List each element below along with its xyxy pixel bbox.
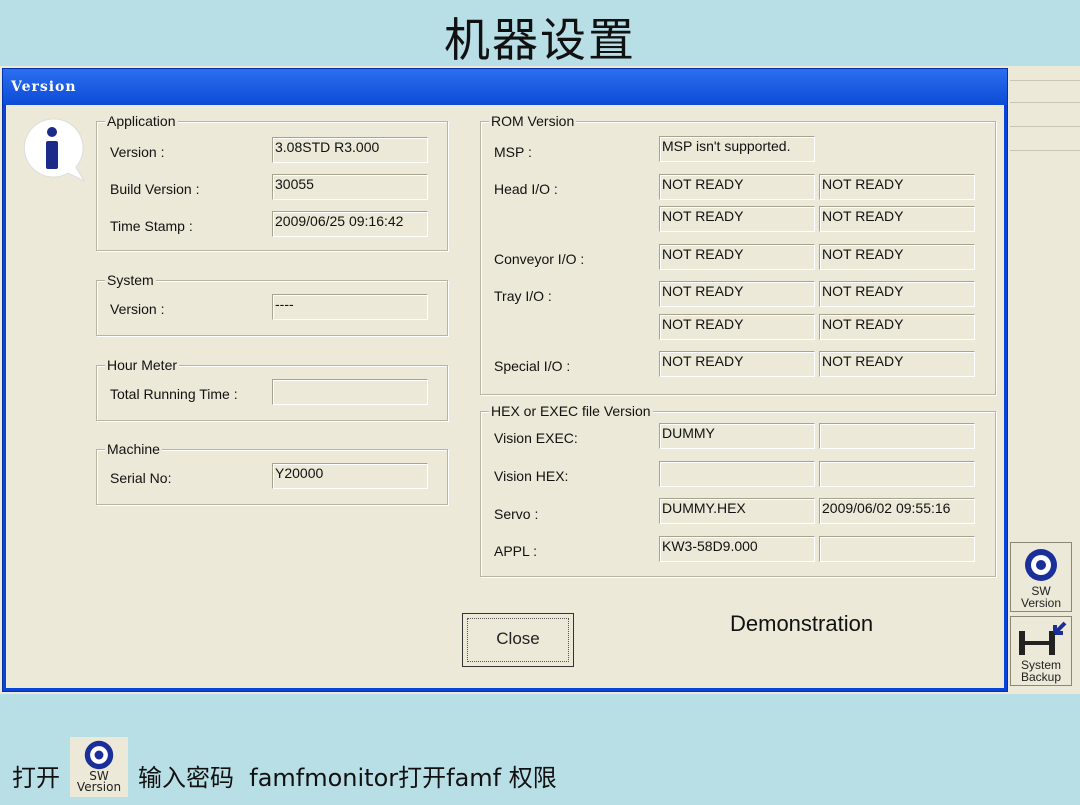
sw-version-line2: Version <box>1020 596 1062 610</box>
head-io-field: NOT READY <box>659 206 815 232</box>
app-version-label: Version : <box>110 144 165 160</box>
demonstration-label: Demonstration <box>730 611 874 636</box>
app-version-field: 3.08STD R3.000 <box>272 137 428 163</box>
vision-exec-label: Vision EXEC: <box>494 430 578 446</box>
sw-version-icon <box>84 740 114 770</box>
hex-exec-group: HEX or EXEC file Version Vision EXEC: DU… <box>480 403 996 577</box>
application-group-label: Application <box>105 113 178 129</box>
rom-group-label: ROM Version <box>489 113 577 129</box>
appl-label: APPL : <box>494 543 538 559</box>
serial-no-label: Serial No: <box>110 470 172 486</box>
appl-field: KW3-58D9.000 <box>659 536 815 562</box>
hex-group-label: HEX or EXEC file Version <box>489 403 653 419</box>
serial-no-field: Y20000 <box>272 463 428 489</box>
footer-instruction-text: 输入密码 famfmonitor打开famf 权限 <box>138 763 557 792</box>
footer-instruction: 打开 SW Version 输入密码 famfmonitor打开famf 权限 <box>12 737 557 805</box>
servo-field: 2009/06/02 09:55:16 <box>819 498 975 524</box>
machine-group-label: Machine <box>105 441 162 457</box>
timestamp-field: 2009/06/25 09:16:42 <box>272 211 428 237</box>
dialog-title[interactable]: Version <box>3 69 1007 105</box>
special-io-label: Special I/O : <box>494 358 571 374</box>
vision-hex-field <box>659 461 815 487</box>
system-backup-line2: Backup <box>1020 670 1062 684</box>
build-version-field: 30055 <box>272 174 428 200</box>
vision-hex-field <box>819 461 975 487</box>
timestamp-label: Time Stamp : <box>110 218 193 234</box>
system-backup-icon <box>1019 621 1067 655</box>
build-version-label: Build Version : <box>110 181 200 197</box>
hour-meter-group-label: Hour Meter <box>105 357 180 373</box>
conveyor-io-label: Conveyor I/O : <box>494 251 585 267</box>
system-group: System Version : ---- <box>96 272 448 336</box>
rom-version-group: ROM Version MSP : MSP isn't supported. H… <box>480 113 996 395</box>
info-icon <box>23 118 86 183</box>
machine-group: Machine Serial No: Y20000 <box>96 441 448 505</box>
system-version-label: Version : <box>110 301 165 317</box>
vision-hex-label: Vision HEX: <box>494 468 569 484</box>
dialog-body: Application Version : 3.08STD R3.000 Bui… <box>6 105 1004 688</box>
system-backup-button[interactable]: System Backup <box>1010 616 1072 686</box>
version-dialog: Version Application Version : 3.08STD R3… <box>2 68 1008 692</box>
hour-meter-group: Hour Meter Total Running Time : <box>96 357 448 421</box>
head-io-field: NOT READY <box>659 174 815 200</box>
vision-exec-field: DUMMY <box>659 423 815 449</box>
total-running-time-field <box>272 379 428 405</box>
conveyor-io-field: NOT READY <box>659 244 815 270</box>
tray-io-field: NOT READY <box>819 314 975 340</box>
tray-io-field: NOT READY <box>659 281 815 307</box>
tray-io-field: NOT READY <box>659 314 815 340</box>
sw-version-button[interactable]: SW Version <box>1010 542 1072 612</box>
vision-exec-field <box>819 423 975 449</box>
slide-title: 机器设置 <box>444 13 636 67</box>
head-io-field: NOT READY <box>819 206 975 232</box>
tray-io-label: Tray I/O : <box>494 288 552 304</box>
servo-field: DUMMY.HEX <box>659 498 815 524</box>
tray-io-field: NOT READY <box>819 281 975 307</box>
msp-field: MSP isn't supported. <box>659 136 815 162</box>
close-button[interactable]: Close <box>462 613 574 667</box>
appl-field <box>819 536 975 562</box>
system-version-field: ---- <box>272 294 428 320</box>
application-group: Application Version : 3.08STD R3.000 Bui… <box>96 113 448 251</box>
servo-label: Servo : <box>494 506 539 522</box>
footer-open-text: 打开 <box>12 763 60 792</box>
system-group-label: System <box>105 272 156 288</box>
special-io-field: NOT READY <box>659 351 815 377</box>
msp-label: MSP : <box>494 144 532 160</box>
special-io-field: NOT READY <box>819 351 975 377</box>
footer-sw-version-icon: SW Version <box>70 737 128 797</box>
sw-version-icon <box>1025 549 1057 581</box>
head-io-field: NOT READY <box>819 174 975 200</box>
conveyor-io-field: NOT READY <box>819 244 975 270</box>
total-running-time-label: Total Running Time : <box>110 386 238 402</box>
head-io-label: Head I/O : <box>494 181 558 197</box>
